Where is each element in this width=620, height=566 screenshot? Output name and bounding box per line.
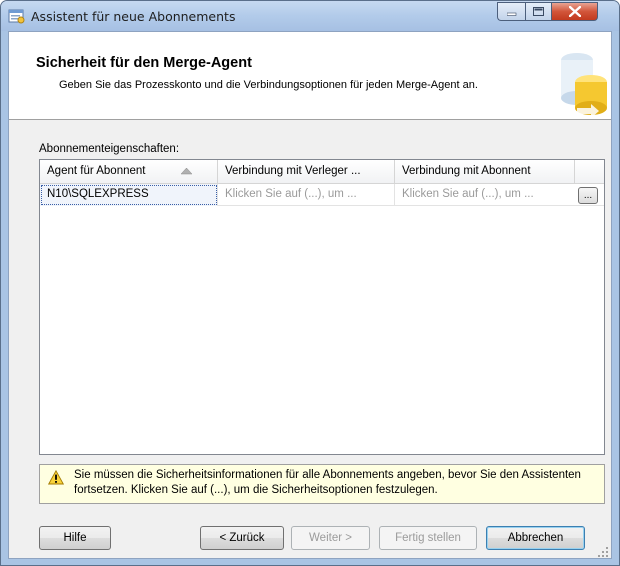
column-header-label: Agent für Abonnent [47,165,146,177]
warning-message: Sie müssen die Sicherheitsinformationen … [39,464,605,504]
database-header-icon [561,53,607,118]
wizard-window: Assistent für neue Abonnements Sicherhei… [0,0,620,566]
warning-icon [48,470,64,485]
column-header-agent[interactable]: Agent für Abonnent [40,160,218,184]
page-title: Sicherheit für den Merge-Agent [36,55,252,71]
page-header: Sicherheit für den Merge-Agent Geben Sie… [9,32,611,120]
grid-label: Abonnementeigenschaften: [39,143,180,155]
subscription-grid[interactable]: Agent für Abonnent Verbindung mit Verleg… [39,159,605,455]
back-button[interactable]: < Zurück [200,526,284,550]
resize-grip-icon[interactable] [597,546,609,558]
cell-agent[interactable]: N10\SQLEXPRESS [40,184,218,206]
cancel-button[interactable]: Abbrechen [486,526,585,550]
maximize-icon [533,7,544,16]
minimize-button[interactable] [497,2,525,21]
help-button[interactable]: Hilfe [39,526,111,550]
column-header-subscriber-connection[interactable]: Verbindung mit Abonnent [395,160,575,184]
window-title: Assistent für neue Abonnements [31,9,236,24]
column-header-publisher-connection[interactable]: Verbindung mit Verleger ... [218,160,395,184]
close-icon [568,6,581,17]
grid-header: Agent für Abonnent Verbindung mit Verleg… [40,160,604,184]
finish-button[interactable]: Fertig stellen [379,526,477,550]
wizard-client-area: Sicherheit für den Merge-Agent Geben Sie… [8,31,612,559]
cell-subscriber-connection[interactable]: Klicken Sie auf (...), um ... [395,184,575,206]
minimize-icon [506,12,516,16]
warning-text: Sie müssen die Sicherheitsinformationen … [74,469,581,496]
column-header-label: Verbindung mit Verleger ... [225,165,361,177]
wizard-app-icon [8,9,25,24]
table-row[interactable]: N10\SQLEXPRESS Klicken Sie auf (...), um… [40,184,604,206]
next-button[interactable]: Weiter > [291,526,370,550]
sort-ascending-icon [181,168,192,175]
close-button[interactable] [552,2,598,21]
title-bar[interactable]: Assistent für neue Abonnements [1,1,619,31]
security-options-ellipsis-button[interactable]: ... [578,187,598,204]
page-description: Geben Sie das Prozesskonto und die Verbi… [59,79,478,91]
maximize-button[interactable] [525,2,552,21]
column-header-label: Verbindung mit Abonnent [402,165,531,177]
cell-publisher-connection[interactable]: Klicken Sie auf (...), um ... [218,184,395,206]
